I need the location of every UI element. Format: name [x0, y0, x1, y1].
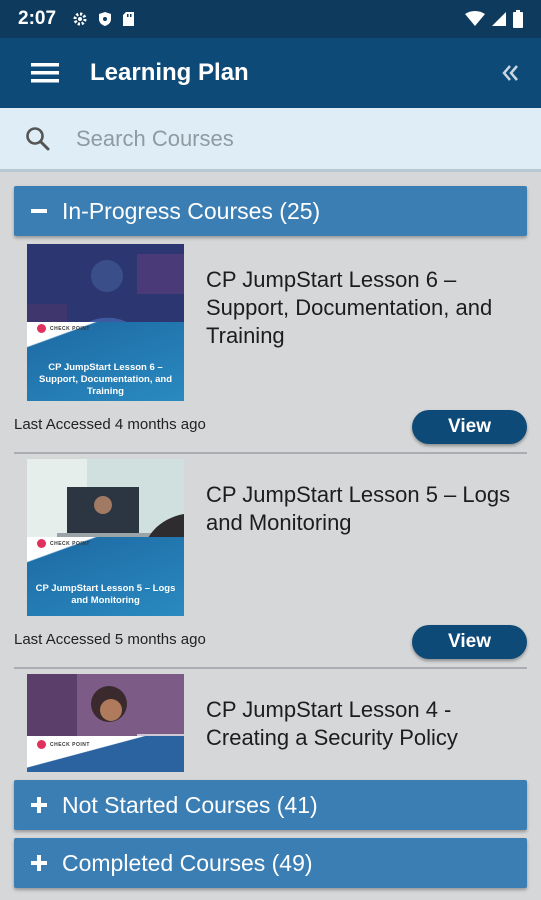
settings-gear-icon [73, 12, 87, 26]
divider [14, 452, 527, 454]
search-bar [0, 108, 541, 172]
course-title[interactable]: CP JumpStart Lesson 5 – Logs and Monitor… [206, 481, 526, 537]
signal-icon [492, 12, 506, 26]
course-title[interactable]: CP JumpStart Lesson 4 - Creating a Secur… [206, 696, 526, 752]
section-label: Not Started Courses (41) [62, 791, 318, 818]
view-button[interactable]: View [412, 410, 527, 444]
course-thumbnail[interactable]: CHECK POINT [27, 674, 184, 772]
hamburger-menu-icon [31, 63, 59, 83]
thumbnail-caption: CP JumpStart Lesson 6 – Support, Documen… [39, 362, 172, 397]
course-thumbnail[interactable]: CHECK POINT CP JumpStart Lesson 6 – Supp… [27, 244, 184, 401]
brand-logo: CHECK POINT [37, 324, 90, 333]
course-thumbnail[interactable]: CHECK POINT CP JumpStart Lesson 5 – Logs… [27, 459, 184, 616]
last-accessed-text: Last Accessed 4 months ago [14, 416, 206, 433]
plus-icon [31, 855, 47, 871]
sd-card-icon [123, 12, 135, 26]
search-icon [26, 126, 50, 150]
shield-icon [99, 12, 112, 26]
plus-icon [31, 797, 47, 813]
double-chevron-left-icon [502, 65, 518, 81]
status-time: 2:07 [18, 8, 57, 29]
section-header-not-started[interactable]: Not Started Courses (41) [14, 780, 527, 830]
search-input[interactable] [76, 125, 516, 152]
brand-logo: CHECK POINT [37, 539, 90, 548]
minus-icon [31, 209, 47, 213]
course-card: CHECK POINT CP JumpStart Lesson 5 – Logs… [14, 459, 527, 669]
brand-logo: CHECK POINT [37, 740, 90, 749]
view-button[interactable]: View [412, 625, 527, 659]
course-card: CHECK POINT CP JumpStart Lesson 4 - Crea… [14, 674, 527, 774]
course-list: In-Progress Courses (25) CHECK POINT CP … [0, 172, 541, 900]
section-header-completed[interactable]: Completed Courses (49) [14, 838, 527, 888]
section-header-in-progress[interactable]: In-Progress Courses (25) [14, 186, 527, 236]
battery-icon [513, 10, 523, 28]
section-label: Completed Courses (49) [62, 849, 313, 876]
status-bar: 2:07 [0, 0, 541, 38]
page-title: Learning Plan [90, 59, 249, 86]
wifi-icon [465, 11, 485, 26]
thumbnail-caption: CP JumpStart Lesson 5 – Logs and Monitor… [35, 583, 176, 606]
collapse-panel-button[interactable] [481, 38, 541, 108]
section-label: In-Progress Courses (25) [62, 197, 321, 224]
divider [14, 667, 527, 669]
course-title[interactable]: CP JumpStart Lesson 6 – Support, Documen… [206, 266, 526, 350]
app-bar: Learning Plan [0, 38, 541, 108]
course-card: CHECK POINT CP JumpStart Lesson 6 – Supp… [14, 244, 527, 454]
menu-button[interactable] [0, 38, 90, 108]
last-accessed-text: Last Accessed 5 months ago [14, 631, 206, 648]
